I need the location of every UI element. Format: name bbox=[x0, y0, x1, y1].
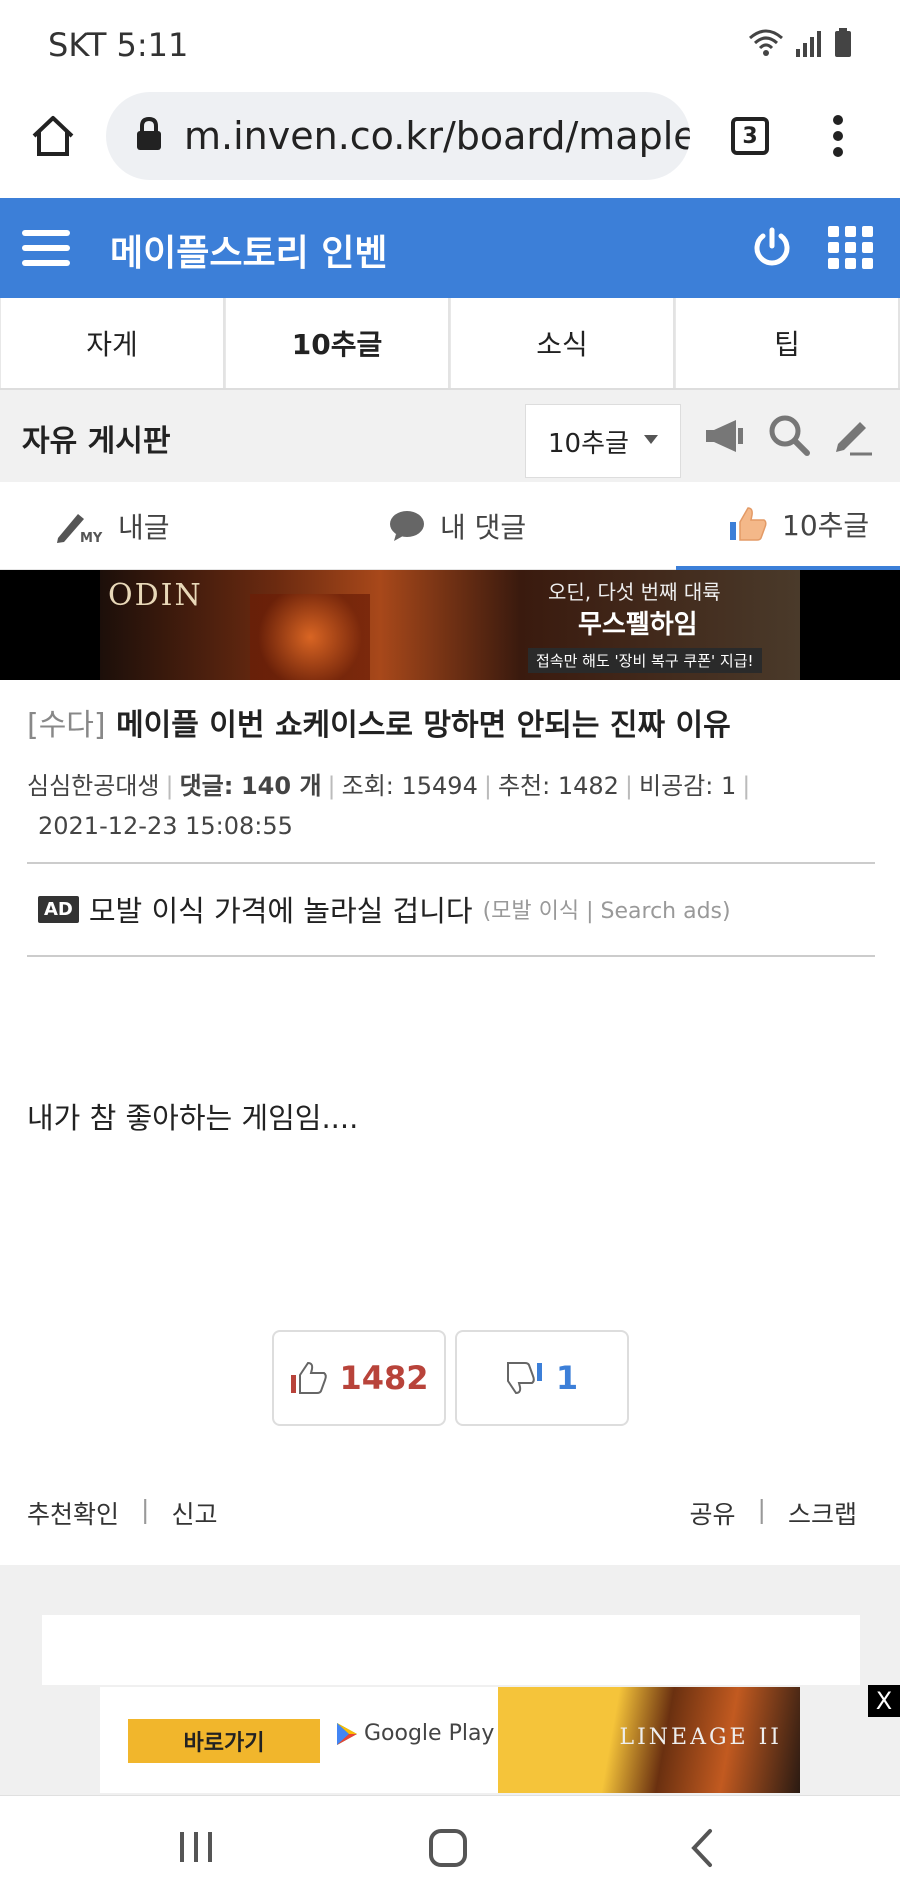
banner-ad[interactable]: ODIN 오딘, 다섯 번째 대륙 무스펠하임 접속만 해도 '장비 복구 쿠폰… bbox=[0, 570, 900, 680]
grid-menu-icon[interactable] bbox=[828, 226, 874, 270]
comment-card bbox=[42, 1615, 860, 1695]
comments-label: 댓글: bbox=[179, 772, 234, 800]
separator: | bbox=[757, 1495, 766, 1524]
comment-icon bbox=[390, 511, 424, 541]
text-ad-source: (모발 이식 | Search ads) bbox=[482, 899, 731, 924]
ad-badge: AD bbox=[38, 895, 79, 923]
banner-ad-logo: ODIN bbox=[108, 578, 203, 613]
banner-ad-line1: 오딘, 다섯 번째 대륙 bbox=[548, 580, 721, 604]
lock-icon bbox=[137, 116, 161, 150]
battery-icon bbox=[835, 28, 851, 57]
scrap-link[interactable]: 스크랩 bbox=[788, 1495, 857, 1531]
post-header: [수다] 메이플 이번 쇼케이스로 망하면 안되는 진짜 이유 심심한공대생 | 댓… bbox=[27, 700, 875, 846]
tab-news[interactable]: 소식 bbox=[450, 298, 675, 388]
thumbs-up-icon bbox=[291, 1361, 328, 1394]
tab-10-recommend-posts[interactable]: 10추글 bbox=[676, 482, 900, 570]
banner-ad-line3: 접속만 해도 '장비 복구 쿠폰' 지급! bbox=[528, 648, 762, 673]
category-tabs: 자게 10추글 소식 팁 bbox=[0, 298, 900, 390]
post-prefix: [수다] bbox=[27, 708, 106, 743]
dislike-count: 비공감: 1 bbox=[639, 772, 737, 800]
hamburger-menu-icon[interactable] bbox=[22, 228, 70, 268]
tab-my-comments[interactable]: 내 댓글 bbox=[388, 482, 526, 570]
bottom-ad-artwork: LINEAGE II bbox=[498, 1687, 800, 1793]
tab-10-recommend[interactable]: 10추글 bbox=[225, 298, 450, 388]
post-body: 내가 참 좋아하는 게임임.... bbox=[27, 1101, 359, 1135]
tab-my-comments-label: 내 댓글 bbox=[440, 511, 527, 544]
signal-icon bbox=[796, 31, 821, 57]
pencil-my-icon: MY bbox=[57, 514, 103, 544]
banner-ad-dragon-image bbox=[250, 594, 370, 680]
tab-my-posts-label: 내글 bbox=[118, 511, 170, 544]
filter-select[interactable]: 10추글 bbox=[525, 404, 681, 478]
play-store-icon bbox=[337, 1722, 357, 1745]
google-play-badge: Google Play bbox=[336, 1721, 494, 1746]
post-title: [수다] 메이플 이번 쇼케이스로 망하면 안되는 진짜 이유 bbox=[27, 700, 875, 744]
more-vert-icon[interactable] bbox=[830, 114, 846, 158]
chevron-down-icon bbox=[644, 435, 658, 444]
upvote-count: 1482 bbox=[339, 1359, 429, 1397]
banner-ad-line2: 무스펠하임 bbox=[578, 610, 698, 640]
tab-free[interactable]: 자게 bbox=[0, 298, 225, 388]
svg-text:MY: MY bbox=[80, 531, 103, 544]
downvote-count: 1 bbox=[555, 1359, 579, 1397]
report-link[interactable]: 신고 bbox=[171, 1495, 217, 1531]
status-bar: SKT 5:11 bbox=[0, 0, 900, 90]
thumbs-up-icon bbox=[730, 507, 767, 541]
tab-my-posts[interactable]: MY 내글 bbox=[56, 482, 170, 570]
carrier-time: SKT 5:11 bbox=[48, 26, 189, 64]
thumbs-down-icon bbox=[506, 1362, 542, 1395]
post-author[interactable]: 심심한공대생 bbox=[27, 772, 159, 800]
views-count: 조회: 15494 bbox=[341, 772, 478, 800]
tab-switcher-button[interactable]: 3 bbox=[731, 117, 769, 155]
share-link[interactable]: 공유 bbox=[690, 1495, 736, 1531]
wifi-icon bbox=[749, 29, 783, 56]
downvote-button[interactable]: 1 bbox=[455, 1330, 629, 1426]
site-title[interactable]: 메이플스토리 인벤 bbox=[110, 224, 388, 276]
divider bbox=[27, 955, 875, 957]
board-name[interactable]: 자유 게시판 bbox=[22, 416, 170, 460]
comment-section bbox=[0, 1565, 900, 1695]
system-nav-bar bbox=[0, 1795, 900, 1900]
text-ad-headline[interactable]: 모발 이식 가격에 놀라실 겁니다 bbox=[89, 888, 473, 930]
my-tabs: MY 내글 내 댓글 10추글 bbox=[0, 482, 900, 570]
write-pencil-icon[interactable] bbox=[832, 414, 874, 456]
bottom-ad: 바로가기 Google Play LINEAGE II X bbox=[0, 1685, 900, 1795]
board-toolbar: 자유 게시판 10추글 bbox=[0, 390, 900, 482]
search-icon[interactable] bbox=[768, 414, 810, 456]
url-field[interactable]: m.inven.co.kr/board/maple/2 bbox=[106, 92, 690, 180]
upvote-button[interactable]: 1482 bbox=[272, 1330, 446, 1426]
megaphone-icon[interactable] bbox=[704, 418, 744, 454]
recommend-count: 추천: 1482 bbox=[497, 772, 619, 800]
power-icon[interactable] bbox=[752, 226, 792, 270]
url-text: m.inven.co.kr/board/maple/2 bbox=[184, 114, 690, 158]
back-icon[interactable] bbox=[690, 1828, 714, 1868]
google-play-label: Google Play bbox=[364, 1721, 495, 1746]
home-icon[interactable] bbox=[30, 114, 76, 158]
comments-count: 140 개 bbox=[240, 772, 322, 800]
tab-10-recommend-posts-label: 10추글 bbox=[782, 509, 870, 542]
separator: | bbox=[141, 1495, 150, 1524]
recent-apps-icon[interactable] bbox=[178, 1830, 214, 1864]
tab-count: 3 bbox=[742, 123, 758, 149]
divider bbox=[27, 862, 875, 864]
app-header: 메이플스토리 인벤 bbox=[0, 198, 900, 298]
bottom-ad-game-logo: LINEAGE II bbox=[619, 1725, 782, 1750]
check-recommenders-link[interactable]: 추천확인 bbox=[27, 1495, 119, 1531]
post-meta: 심심한공대생 | 댓글: 140 개 | 조회: 15494 | 추천: 1482 | 비공감:… bbox=[27, 772, 751, 840]
close-ad-button[interactable]: X bbox=[868, 1685, 900, 1717]
post-datetime: 2021-12-23 15:08:55 bbox=[38, 812, 293, 840]
filter-select-value: 10추글 bbox=[548, 428, 629, 459]
post-title-text: 메이플 이번 쇼케이스로 망하면 안되는 진짜 이유 bbox=[116, 708, 731, 743]
ad-go-button[interactable]: 바로가기 bbox=[128, 1719, 320, 1763]
text-ad[interactable]: AD 모발 이식 가격에 놀라실 겁니다 (모발 이식 | Search ads… bbox=[38, 888, 731, 930]
home-button-icon[interactable] bbox=[428, 1828, 468, 1868]
bottom-ad-banner[interactable]: 바로가기 Google Play LINEAGE II bbox=[100, 1687, 800, 1793]
browser-toolbar: m.inven.co.kr/board/maple/2 3 bbox=[0, 90, 900, 198]
tab-tips[interactable]: 팁 bbox=[675, 298, 900, 388]
banner-ad-artwork: ODIN 오딘, 다섯 번째 대륙 무스펠하임 접속만 해도 '장비 복구 쿠폰… bbox=[100, 570, 800, 680]
